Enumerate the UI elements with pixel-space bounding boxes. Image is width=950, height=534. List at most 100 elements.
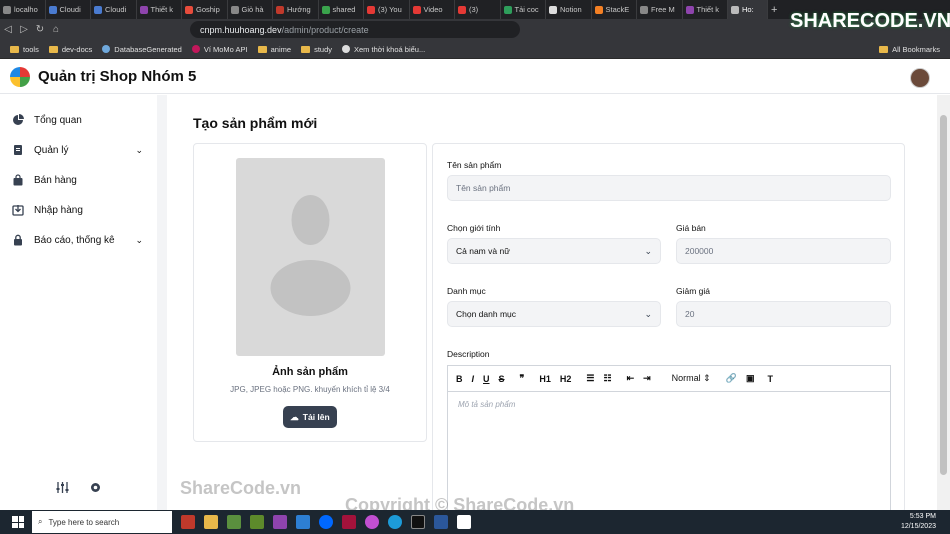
bookmark-study[interactable]: study bbox=[301, 45, 332, 54]
bookmark-momo-api[interactable]: Ví MoMo API bbox=[191, 45, 248, 54]
page-scrollbar[interactable] bbox=[937, 95, 950, 510]
new-tab-button[interactable]: + bbox=[768, 0, 780, 19]
bookmark-anime[interactable]: anime bbox=[257, 45, 291, 54]
quote-button[interactable]: ❞ bbox=[520, 373, 525, 384]
link-icon[interactable]: 🔗 bbox=[726, 373, 737, 384]
browser-tab[interactable]: (3) bbox=[455, 0, 501, 19]
forward-icon[interactable]: ▷ bbox=[16, 24, 32, 35]
shopping-bag-icon bbox=[13, 174, 23, 186]
tab-favicon-icon bbox=[321, 5, 330, 14]
sidebar-item-overview[interactable]: Tổng quan bbox=[12, 110, 147, 130]
capcut-icon[interactable] bbox=[411, 515, 425, 529]
bookmark-tools[interactable]: tools bbox=[10, 45, 39, 54]
word-icon[interactable] bbox=[434, 515, 448, 529]
sidebar-item-label: Báo cáo, thống kê bbox=[34, 234, 115, 246]
scrollbar-thumb[interactable] bbox=[940, 115, 947, 475]
tab-label: Notion bbox=[560, 5, 582, 14]
bookmark-timetable[interactable]: Xem thời khoá biểu... bbox=[342, 45, 425, 54]
product-image-card: Ảnh sản phẩm JPG, JPEG hoặc PNG. khuyến … bbox=[193, 143, 427, 442]
ordered-list-icon[interactable]: ☰ bbox=[586, 373, 594, 384]
reload-icon[interactable]: ↻ bbox=[32, 24, 48, 35]
price-input[interactable]: 200000 bbox=[676, 238, 891, 264]
visual-studio-icon[interactable] bbox=[273, 515, 287, 529]
app-icon[interactable] bbox=[227, 515, 241, 529]
underline-button[interactable]: U bbox=[483, 374, 490, 384]
chevron-down-icon: ⌄ bbox=[135, 144, 143, 155]
clear-format-button[interactable]: T bbox=[767, 374, 773, 384]
gender-select[interactable]: Cả nam và nữ ⌄ bbox=[447, 238, 661, 264]
windows-start-icon[interactable] bbox=[8, 512, 28, 532]
database-icon bbox=[102, 45, 111, 53]
tab-favicon-icon bbox=[94, 5, 102, 14]
document-icon bbox=[14, 145, 22, 155]
discount-input[interactable]: 20 bbox=[676, 301, 891, 327]
description-label: Description bbox=[447, 349, 490, 359]
sidebar-item-reports[interactable]: Báo cáo, thống kê ⌄ bbox=[12, 230, 147, 250]
browser-tab[interactable]: Video bbox=[410, 0, 455, 19]
back-icon[interactable]: ◁ bbox=[0, 24, 16, 35]
bookmark-database-generated[interactable]: DatabaseGenerated bbox=[102, 45, 182, 54]
notion-icon[interactable] bbox=[457, 515, 471, 529]
image-caption: Ảnh sản phẩm bbox=[272, 366, 348, 378]
sliders-icon[interactable] bbox=[56, 481, 69, 494]
zalo-icon[interactable] bbox=[319, 515, 333, 529]
browser-tab[interactable]: (3) You bbox=[364, 0, 410, 19]
taskbar-search-placeholder: Type here to search bbox=[48, 517, 120, 527]
app-header: Quản trị Shop Nhóm 5 bbox=[0, 60, 950, 94]
browser-tab[interactable]: Cloudi bbox=[46, 0, 91, 19]
discount-label: Giảm giá bbox=[676, 286, 711, 296]
clock-date: 12/15/2023 bbox=[900, 523, 936, 530]
taskbar-search[interactable]: ⌕ Type here to search bbox=[32, 511, 172, 533]
browser-tab[interactable]: Thiết k bbox=[683, 0, 728, 19]
gear-icon[interactable] bbox=[89, 481, 102, 494]
browser-tab[interactable]: StackE bbox=[592, 0, 637, 19]
user-avatar[interactable] bbox=[910, 68, 930, 88]
browser-tab[interactable]: Thiết k bbox=[137, 0, 182, 19]
image-icon[interactable]: ▣ bbox=[746, 373, 755, 384]
momo-icon bbox=[191, 45, 200, 53]
browser-tab[interactable]: Ho: bbox=[728, 0, 768, 19]
brave-icon[interactable] bbox=[181, 515, 195, 529]
sidebar-item-management[interactable]: Quản lý ⌄ bbox=[12, 140, 147, 160]
tab-favicon-icon bbox=[3, 5, 11, 14]
sidebar-item-import[interactable]: Nhập hàng bbox=[12, 200, 147, 220]
browser-tab[interactable]: Notion bbox=[546, 0, 592, 19]
minecraft-icon[interactable] bbox=[250, 515, 264, 529]
upload-button[interactable]: ☁ Tải lên bbox=[283, 406, 337, 428]
shop-logo-icon bbox=[10, 66, 30, 87]
name-input[interactable]: Tên sản phẩm bbox=[447, 175, 891, 201]
browser-tab[interactable]: Giỏ hà bbox=[228, 0, 273, 19]
bullet-list-icon[interactable]: ☷ bbox=[603, 373, 611, 384]
browser-tab[interactable]: Tải coc bbox=[501, 0, 546, 19]
system-tray-clock[interactable]: 5:53 PM 12/15/2023 bbox=[901, 512, 936, 532]
app-icon[interactable] bbox=[342, 515, 356, 529]
edge-icon[interactable] bbox=[388, 515, 402, 529]
format-select[interactable]: Normal ⇕ bbox=[672, 373, 711, 384]
all-bookmarks[interactable]: All Bookmarks bbox=[879, 45, 940, 54]
sharecode-brand-logo: SHARECODE.VN bbox=[790, 10, 950, 32]
tab-favicon-icon bbox=[230, 5, 239, 14]
clock-time: 5:53 PM bbox=[909, 513, 936, 520]
browser-tab[interactable]: Cloudi bbox=[91, 0, 137, 19]
outdent-icon[interactable]: ⇤ bbox=[627, 373, 635, 384]
category-select[interactable]: Chọn danh mục ⌄ bbox=[447, 301, 661, 327]
browser-tab[interactable]: Goship bbox=[182, 0, 228, 19]
url-input[interactable]: cnpm.huuhoang.dev/admin/product/create bbox=[190, 21, 520, 38]
home-icon[interactable]: ⌂ bbox=[48, 24, 64, 35]
browser-tab[interactable]: localho bbox=[0, 0, 46, 19]
strike-button[interactable]: S bbox=[499, 374, 505, 384]
browser-tab[interactable]: Free M bbox=[637, 0, 683, 19]
bookmark-dev-docs[interactable]: dev-docs bbox=[48, 45, 92, 54]
vscode-icon[interactable] bbox=[296, 515, 310, 529]
sidebar-item-sales[interactable]: Bán hàng bbox=[12, 170, 147, 190]
messenger-icon[interactable] bbox=[365, 515, 379, 529]
italic-button[interactable]: I bbox=[472, 374, 475, 384]
sidebar-item-label: Bán hàng bbox=[34, 174, 77, 186]
h2-button[interactable]: H2 bbox=[560, 374, 572, 384]
bold-button[interactable]: B bbox=[456, 374, 463, 384]
h1-button[interactable]: H1 bbox=[539, 374, 551, 384]
browser-tab[interactable]: Hướng bbox=[273, 0, 319, 19]
file-explorer-icon[interactable] bbox=[204, 515, 218, 529]
browser-tab[interactable]: shared bbox=[319, 0, 364, 19]
indent-icon[interactable]: ⇥ bbox=[643, 373, 651, 384]
